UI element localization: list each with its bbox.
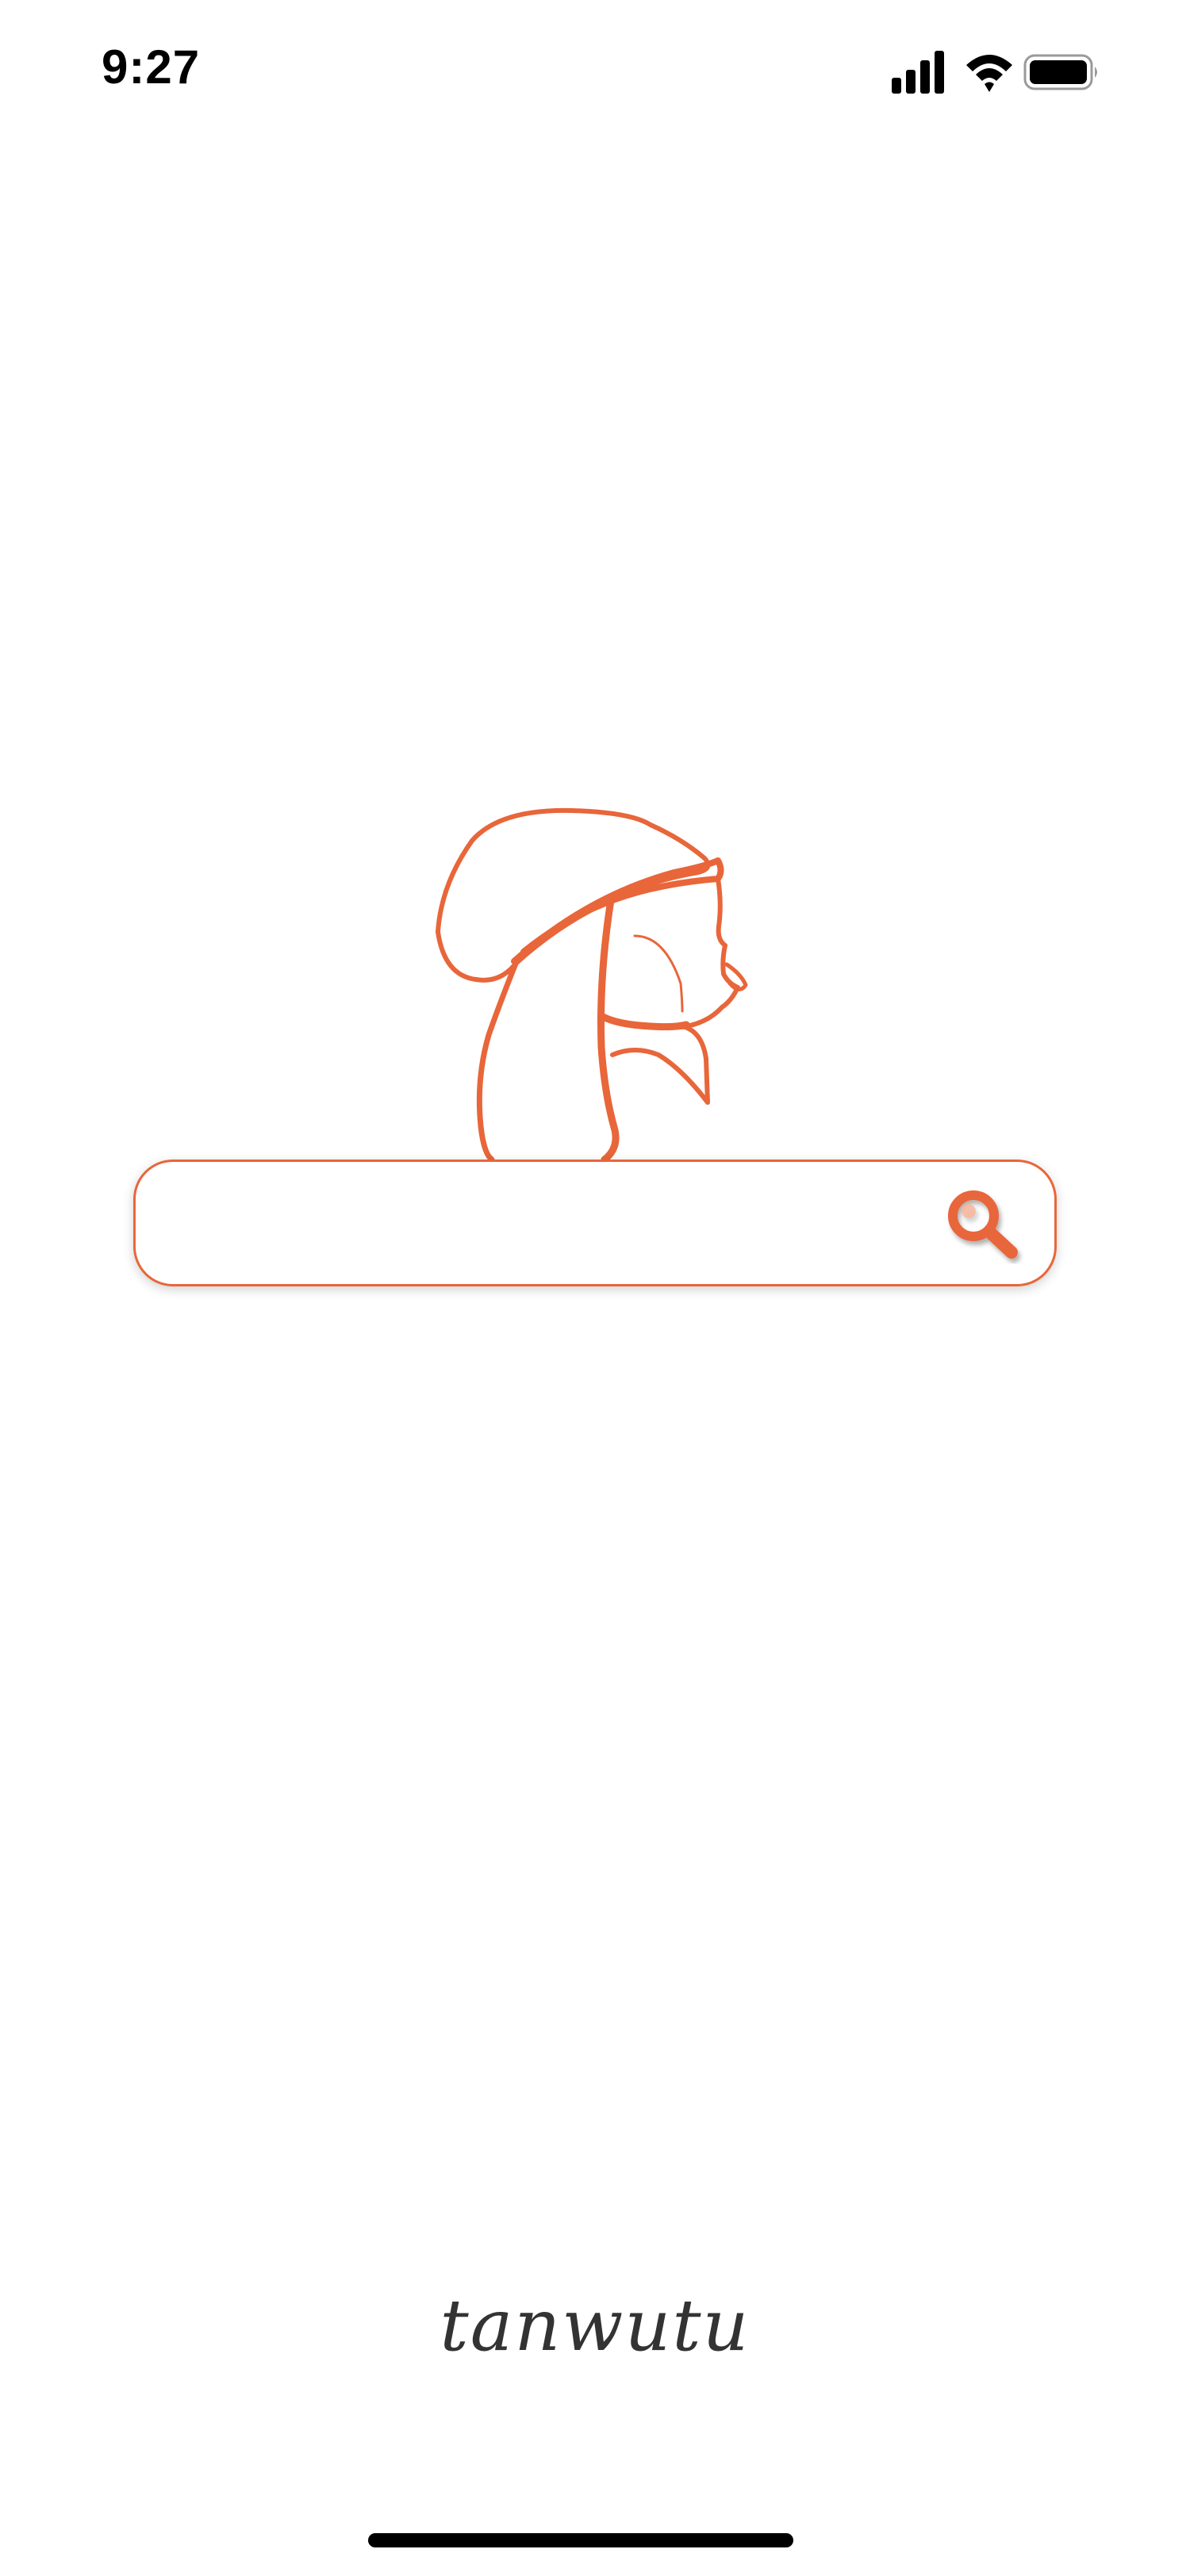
wifi-icon: [966, 55, 1012, 92]
home-indicator[interactable]: [368, 2533, 793, 2547]
battery-icon: [1023, 54, 1097, 90]
status-time: 9:27: [102, 40, 201, 94]
search-bar[interactable]: [133, 1160, 1057, 1286]
search-icon[interactable]: [940, 1184, 1027, 1271]
status-bar: 9:27: [0, 0, 1190, 143]
brand-logo: tanwutu: [440, 2284, 750, 2367]
cellular-signal-icon: [892, 51, 944, 94]
hooded-figure-illustration: [436, 807, 748, 1163]
search-input[interactable]: [175, 1186, 972, 1262]
